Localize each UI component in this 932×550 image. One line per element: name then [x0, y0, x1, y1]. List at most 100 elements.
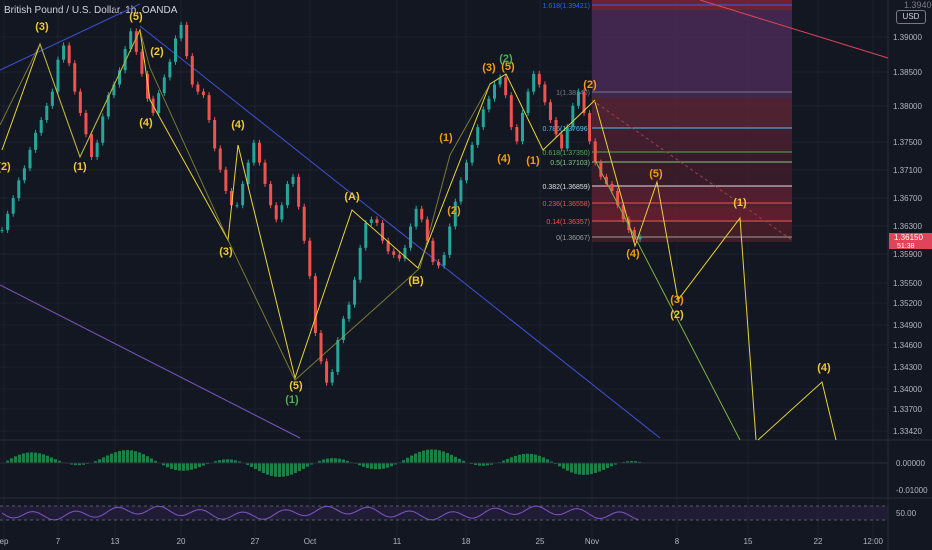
- wave-label: (2): [150, 46, 164, 58]
- wave-label: (2): [0, 161, 11, 173]
- candle-body: [224, 169, 228, 192]
- macd-bar: [142, 454, 145, 463]
- macd-bar: [426, 449, 429, 463]
- macd-bar: [366, 463, 369, 468]
- macd-bar: [574, 463, 577, 474]
- macd-bar: [182, 463, 185, 471]
- macd-bar: [34, 452, 37, 463]
- macd-bar: [418, 451, 421, 463]
- macd-bar: [570, 463, 573, 473]
- fib-level-label: 1.618(1.39421): [543, 3, 590, 10]
- macd-bar: [290, 463, 293, 475]
- y-axis-tick-label: 1.36300: [893, 222, 922, 231]
- wave-label: (4): [497, 153, 511, 165]
- candle-body: [291, 176, 295, 184]
- candle-body: [330, 372, 334, 383]
- x-axis-tick-label: 25: [536, 537, 545, 546]
- macd-bar: [226, 459, 229, 463]
- wave-label: (2): [447, 205, 461, 217]
- macd-bar: [326, 458, 329, 463]
- macd-bar: [514, 455, 517, 463]
- y-axis-tick-label: 1.37500: [893, 138, 922, 147]
- candle-body: [487, 98, 491, 110]
- y-axis-tick-label: 1.38500: [893, 68, 922, 77]
- macd-bar: [598, 463, 601, 472]
- macd-bar: [250, 463, 253, 467]
- macd-bar: [298, 463, 301, 472]
- macd-bar: [382, 463, 385, 469]
- macd-bar: [98, 459, 101, 463]
- price-chart[interactable]: 1.618(1.39421)1(1.38140)0.786(1.37696)0.…: [0, 0, 932, 550]
- macd-bar: [262, 463, 265, 474]
- wave-label: (B): [408, 275, 424, 287]
- fib-zone-band: [592, 98, 792, 128]
- macd-bar: [170, 463, 173, 469]
- candle-body: [73, 63, 77, 92]
- candle-body: [280, 205, 284, 220]
- candle-body: [437, 262, 441, 266]
- candle-body: [420, 208, 424, 220]
- candle-body: [207, 95, 211, 121]
- macd-bar: [406, 457, 409, 463]
- candle-body: [190, 56, 194, 85]
- wave-label: (2): [583, 79, 597, 91]
- candle-body: [308, 240, 312, 277]
- x-axis-tick-label: 15: [744, 537, 753, 546]
- candle-body: [543, 84, 547, 103]
- candle-body: [369, 219, 373, 223]
- wave-label: (5): [129, 11, 143, 23]
- y-axis-tick-label: 1.36700: [893, 194, 922, 203]
- macd-bar: [270, 463, 273, 476]
- wave-label: (5): [289, 380, 303, 392]
- wave-label: (3): [219, 246, 233, 258]
- wave-label: (2): [670, 309, 684, 321]
- candle-body: [576, 91, 580, 106]
- candle-body: [392, 251, 396, 255]
- candle-body: [62, 45, 66, 60]
- candle-body: [465, 162, 469, 181]
- macd-bar: [278, 463, 281, 477]
- candle-body: [274, 205, 278, 220]
- wave-label: (4): [139, 117, 153, 129]
- macd-bar: [562, 463, 565, 469]
- candle-body: [90, 134, 94, 157]
- fib-level-label: 0.5(1.37103): [550, 160, 590, 167]
- macd-bar: [602, 463, 605, 470]
- candle-body: [263, 162, 267, 184]
- candle-body: [509, 95, 513, 128]
- macd-bar: [534, 454, 537, 463]
- candle-body: [39, 120, 43, 133]
- candle-body: [313, 276, 317, 334]
- macd-bar: [106, 455, 109, 463]
- candle-body: [548, 102, 552, 121]
- macd-bar: [374, 463, 377, 470]
- candle-body: [532, 73, 536, 92]
- candle-body: [588, 112, 592, 142]
- candle-body: [409, 226, 413, 248]
- candle-body: [78, 91, 82, 113]
- macd-bar: [450, 454, 453, 463]
- macd-bar: [302, 463, 305, 469]
- macd-bar: [294, 463, 297, 474]
- candle-body: [476, 127, 480, 145]
- candle-body: [257, 142, 261, 163]
- fib-level-label: 0.618(1.37350): [543, 150, 590, 157]
- macd-bar: [338, 458, 341, 463]
- candle-body: [515, 127, 519, 142]
- macd-bar: [110, 453, 113, 463]
- macd-bar: [530, 453, 533, 463]
- y-axis-tick-label: 1.34000: [893, 385, 922, 394]
- wave-label: (3): [670, 294, 684, 306]
- macd-bar: [22, 453, 25, 463]
- macd-tick-label: 0.00000: [896, 459, 925, 468]
- x-axis-tick-label: 13: [111, 537, 120, 546]
- macd-bar: [134, 451, 137, 463]
- candle-body: [375, 219, 379, 223]
- macd-bar: [330, 458, 333, 463]
- fib-level-label: 0(1.36067): [556, 235, 590, 242]
- wave-label: (3): [35, 21, 49, 33]
- macd-bar: [538, 455, 541, 463]
- macd-bar: [46, 455, 49, 463]
- macd-bar: [606, 463, 609, 469]
- macd-bar: [542, 457, 545, 463]
